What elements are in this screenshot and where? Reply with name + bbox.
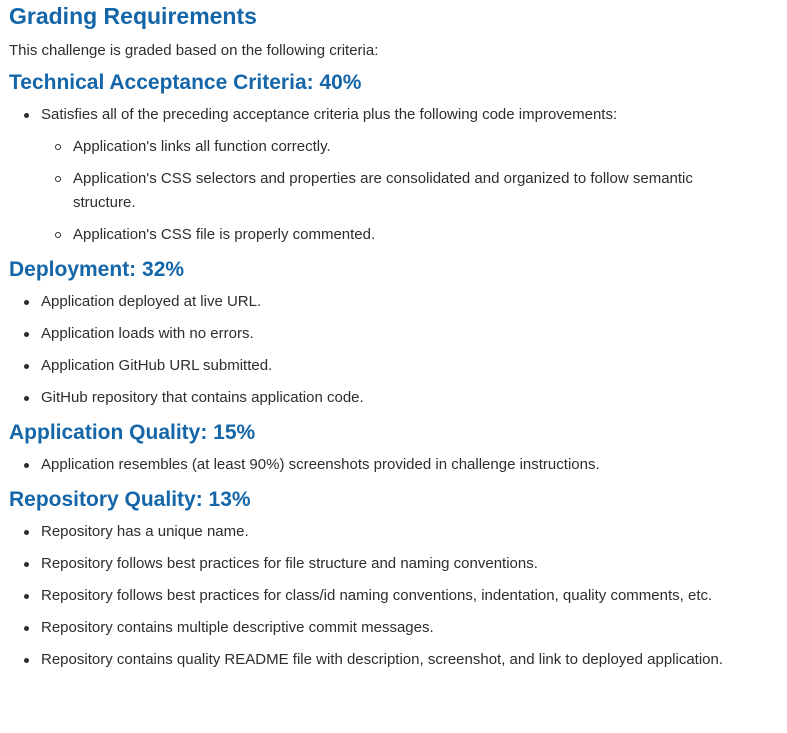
sub-list-item: Application's CSS selectors and properti… xyxy=(41,167,787,223)
sub-criteria-list: Application's links all function correct… xyxy=(41,135,787,255)
section-heading: Deployment: 32% xyxy=(9,258,185,281)
section-repository-quality: Repository Quality: 13% Repository has a… xyxy=(9,485,787,680)
grading-requirements-document: Grading Requirements This challenge is g… xyxy=(0,0,787,680)
list-item: Repository has a unique name. xyxy=(9,520,787,552)
list-item: Application deployed at live URL. xyxy=(9,290,787,322)
section-deployment: Deployment: 32% Application deployed at … xyxy=(9,255,787,418)
list-item: Repository contains multiple descriptive… xyxy=(9,616,787,648)
criteria-list: Application resembles (at least 90%) scr… xyxy=(9,453,787,485)
page-title: Grading Requirements xyxy=(9,3,257,29)
list-item: GitHub repository that contains applicat… xyxy=(9,386,787,418)
sub-list-item: Application's links all function correct… xyxy=(41,135,787,167)
criteria-list: Satisfies all of the preceding acceptanc… xyxy=(9,103,787,255)
list-item: Application loads with no errors. xyxy=(9,322,787,354)
section-heading: Technical Acceptance Criteria: 40% xyxy=(9,71,362,94)
intro-text: This challenge is graded based on the fo… xyxy=(9,42,379,59)
section-heading: Repository Quality: 13% xyxy=(9,488,251,511)
list-item-text: Satisfies all of the preceding acceptanc… xyxy=(41,106,618,123)
list-item: Application resembles (at least 90%) scr… xyxy=(9,453,787,485)
list-item: Repository follows best practices for cl… xyxy=(9,584,787,616)
criteria-list: Application deployed at live URL. Applic… xyxy=(9,290,787,418)
criteria-list: Repository has a unique name. Repository… xyxy=(9,520,787,680)
list-item: Application GitHub URL submitted. xyxy=(9,354,787,386)
section-technical-acceptance-criteria: Technical Acceptance Criteria: 40% Satis… xyxy=(9,68,787,255)
sub-list-item: Application's CSS file is properly comme… xyxy=(41,223,787,255)
list-item: Satisfies all of the preceding acceptanc… xyxy=(9,103,787,255)
list-item: Repository contains quality README file … xyxy=(9,648,787,680)
section-heading: Application Quality: 15% xyxy=(9,421,256,444)
list-item: Repository follows best practices for fi… xyxy=(9,552,787,584)
section-application-quality: Application Quality: 15% Application res… xyxy=(9,418,787,485)
